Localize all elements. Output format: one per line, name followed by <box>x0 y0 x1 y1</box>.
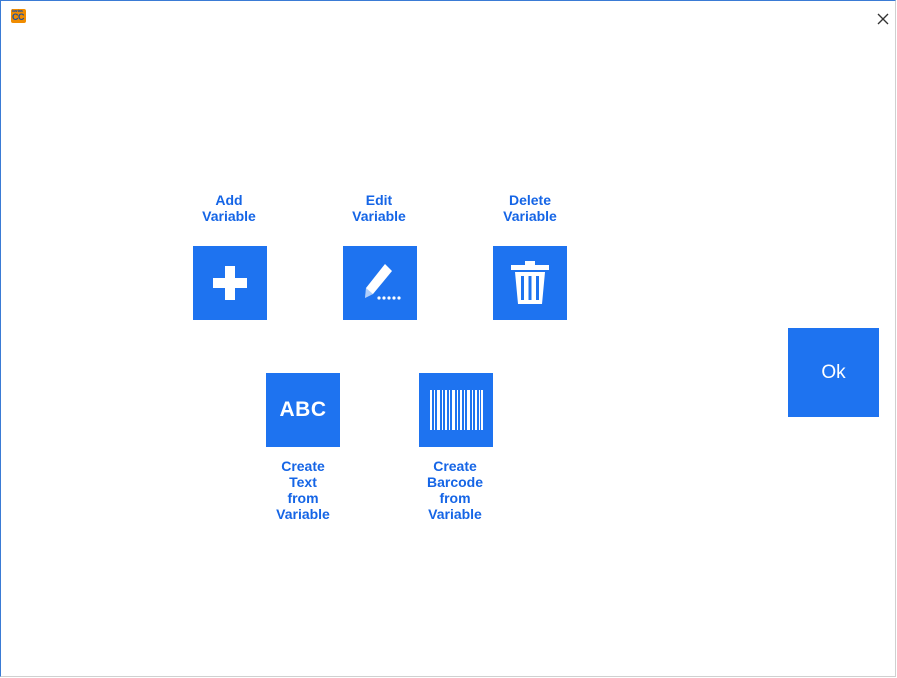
app-logo: bartas CC <box>11 9 26 23</box>
close-button[interactable] <box>875 11 891 27</box>
close-icon <box>877 13 889 25</box>
delete-variable-button[interactable] <box>493 246 567 320</box>
edit-variable-label: Edit Variable <box>352 192 406 224</box>
barcode-icon <box>430 390 483 430</box>
plus-icon <box>213 266 247 300</box>
create-text-from-variable-button[interactable]: ABC <box>266 373 340 447</box>
ok-button[interactable]: Ok <box>788 328 879 417</box>
trash-icon <box>511 261 549 304</box>
add-variable-button[interactable] <box>193 246 267 320</box>
abc-text-icon: ABC <box>279 398 327 421</box>
pencil-icon <box>365 264 401 300</box>
app-logo-text: CC <box>12 12 25 22</box>
create-text-label: Create Text from Variable <box>276 458 330 522</box>
create-barcode-from-variable-button[interactable] <box>419 373 493 447</box>
create-barcode-label: Create Barcode from Variable <box>426 458 484 522</box>
add-variable-label: Add Variable <box>202 192 256 224</box>
delete-variable-label: Delete Variable <box>503 192 557 224</box>
dialog-window: bartas CC Add Variable Edit Variable Del… <box>0 0 896 677</box>
edit-variable-button[interactable] <box>343 246 417 320</box>
